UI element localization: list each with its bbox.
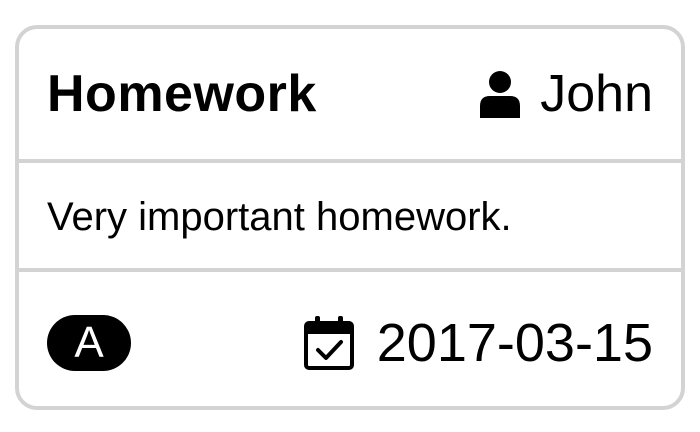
due-date: 2017-03-15 [303,312,653,374]
priority-badge-label: A [74,318,104,367]
card-footer: A 2017-03-15 [19,276,681,406]
card-description: Very important homework. [47,195,512,239]
calendar-check-icon [303,315,355,371]
task-card: Homework John Very important homework. A [15,25,685,410]
assignee: John [478,64,653,124]
due-date-value: 2017-03-15 [376,313,653,373]
priority-badge: A [47,315,131,371]
card-title: Homework [47,65,317,123]
assignee-name: John [540,65,653,123]
card-body: Very important homework. [19,167,681,272]
card-header: Homework John [19,29,681,163]
user-icon [478,70,522,118]
